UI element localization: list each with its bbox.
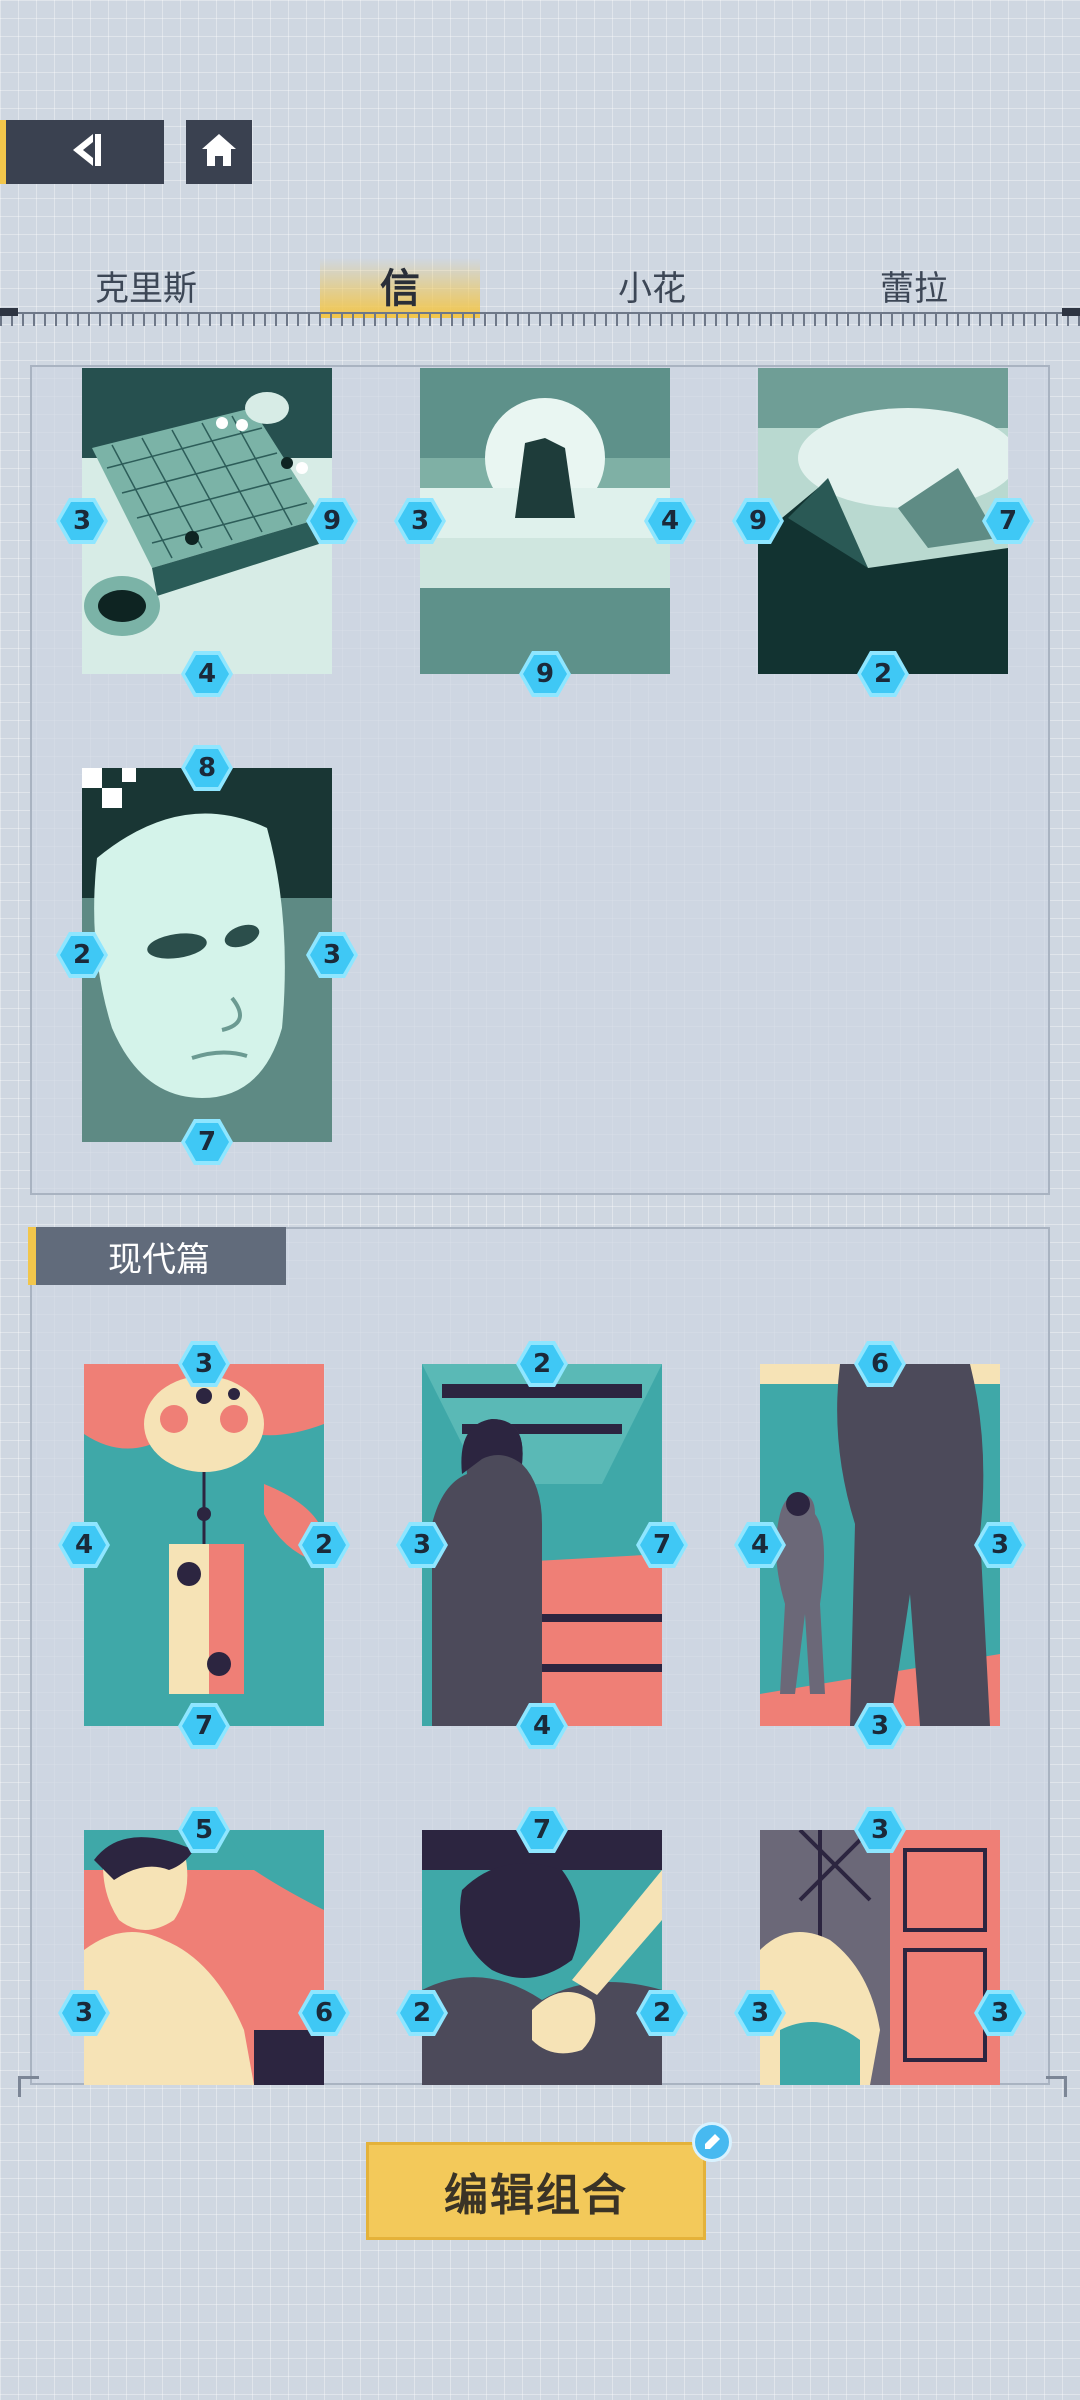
card-stat-right: 6: [298, 1990, 350, 2036]
home-icon: [199, 131, 239, 173]
card-stat-left: 3: [394, 498, 446, 544]
card-fist[interactable]: 7 2 2: [413, 1815, 671, 2085]
card-stat-right: 2: [298, 1522, 350, 1568]
card-art-two-men: [760, 1364, 1000, 1726]
ruler-end-left: [0, 308, 18, 316]
back-button[interactable]: [0, 120, 164, 184]
card-stat-right: 9: [306, 498, 358, 544]
card-stat-top: 8: [181, 745, 233, 791]
card-art-corridor: [422, 1364, 662, 1726]
card-corridor[interactable]: 2 3 7 4: [413, 1349, 671, 1741]
card-stat-right: 7: [636, 1522, 688, 1568]
card-stat-top: 3: [854, 1807, 906, 1853]
card-stat-left: 9: [732, 498, 784, 544]
card-stat-right: 7: [982, 498, 1034, 544]
tab-xiaohua[interactable]: 小花: [572, 258, 732, 312]
home-button[interactable]: [186, 120, 252, 184]
card-stat-right: 4: [644, 498, 696, 544]
edit-pencil-icon: [692, 2122, 732, 2162]
card-battlefield[interactable]: 9 7 2: [749, 368, 1017, 689]
card-door[interactable]: 3 3 3: [751, 1815, 1009, 2085]
card-art-wind-chime: [84, 1364, 324, 1726]
card-art-ship: [420, 368, 670, 674]
card-stat-right: 2: [636, 1990, 688, 2036]
card-stat-bottom: 3: [854, 1703, 906, 1749]
card-stat-top: 6: [854, 1341, 906, 1387]
frame-corner: [18, 2076, 39, 2097]
card-stat-left: 3: [58, 1990, 110, 2036]
card-stat-bottom: 4: [181, 651, 233, 697]
tab-leila[interactable]: 蕾拉: [834, 258, 994, 312]
card-go-board[interactable]: 3 9 4: [73, 368, 341, 689]
back-arrow-icon: [63, 130, 107, 174]
card-stat-top: 3: [178, 1341, 230, 1387]
card-wind-chime[interactable]: 3 4 2 7: [75, 1349, 333, 1741]
card-stat-left: 4: [734, 1522, 786, 1568]
card-art-young-man: [84, 1830, 324, 2085]
card-stat-left: 3: [396, 1522, 448, 1568]
card-art-mask: [82, 768, 332, 1142]
card-art-battlefield: [758, 368, 1008, 674]
character-tabs: 克里斯 信 小花 蕾拉: [0, 258, 1080, 318]
section-title-modern: 现代篇: [28, 1227, 286, 1285]
card-young-man[interactable]: 5 3 6: [75, 1815, 333, 2085]
card-stat-right: 3: [974, 1990, 1026, 2036]
card-art-door: [760, 1830, 1000, 2085]
tab-chris[interactable]: 克里斯: [66, 258, 226, 312]
card-art-fist: [422, 1830, 662, 2085]
ruler-end-right: [1062, 308, 1080, 316]
frame-corner: [1046, 2076, 1067, 2097]
card-stat-left: 3: [734, 1990, 786, 2036]
card-two-men[interactable]: 6 4 3 3: [751, 1349, 1009, 1741]
card-stat-right: 3: [974, 1522, 1026, 1568]
tab-ruler: [0, 312, 1080, 336]
card-stat-bottom: 7: [178, 1703, 230, 1749]
edit-combination-button[interactable]: 编辑组合: [366, 2142, 706, 2240]
card-stat-left: 2: [56, 932, 108, 978]
card-stat-right: 3: [306, 932, 358, 978]
card-stat-top: 5: [178, 1807, 230, 1853]
tab-xin[interactable]: 信: [320, 258, 480, 318]
card-stat-top: 7: [516, 1807, 568, 1853]
card-stat-bottom: 2: [857, 651, 909, 697]
card-stat-left: 4: [58, 1522, 110, 1568]
card-stat-bottom: 9: [519, 651, 571, 697]
card-stat-bottom: 4: [516, 1703, 568, 1749]
card-art-go-board: [82, 368, 332, 674]
card-mask[interactable]: 8 2 3 7: [73, 753, 341, 1157]
card-ship[interactable]: 3 4 9: [411, 368, 679, 689]
card-stat-bottom: 7: [181, 1119, 233, 1165]
card-stat-left: 2: [396, 1990, 448, 2036]
card-stat-left: 3: [56, 498, 108, 544]
card-stat-top: 2: [516, 1341, 568, 1387]
